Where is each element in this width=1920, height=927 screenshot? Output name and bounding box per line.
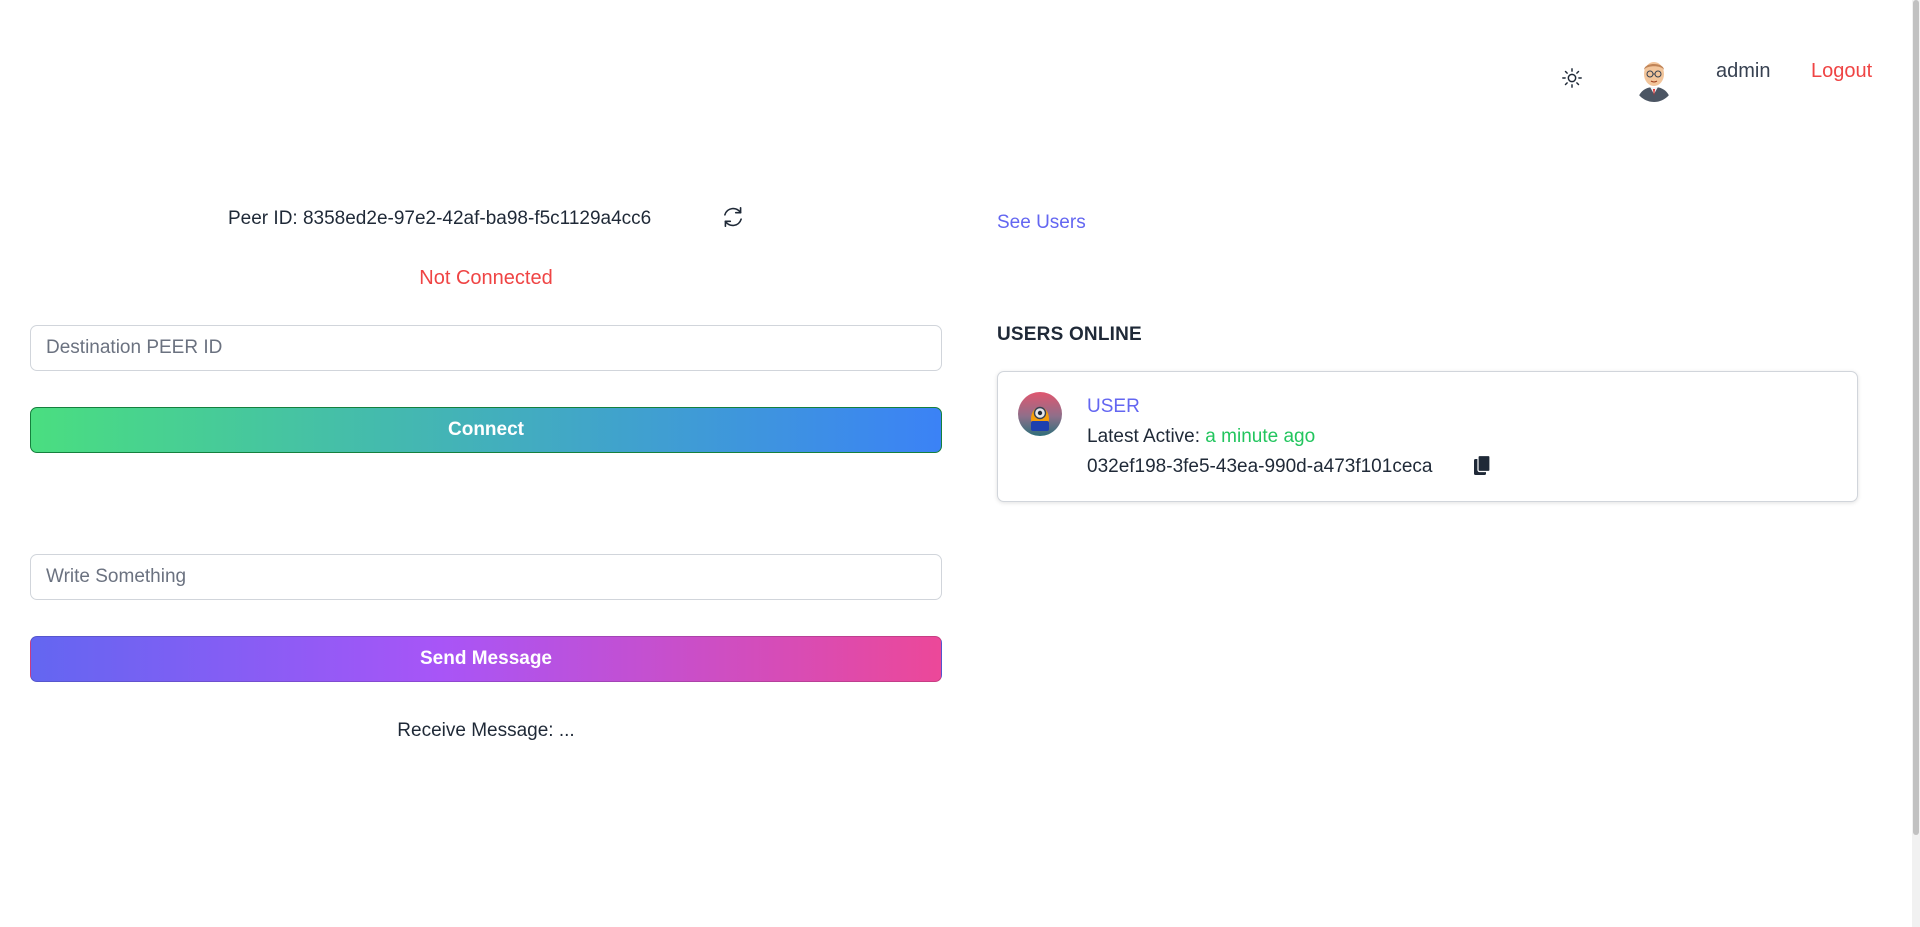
user-card: USER Latest Active: a minute ago 032ef19… xyxy=(997,371,1858,502)
connection-status: Not Connected xyxy=(419,267,553,289)
latest-active-time: a minute ago xyxy=(1205,426,1316,447)
avatar[interactable] xyxy=(1633,56,1675,102)
sun-icon[interactable] xyxy=(1558,64,1586,92)
refresh-icon[interactable] xyxy=(720,204,746,230)
user-name-link[interactable]: USER xyxy=(1087,396,1140,418)
user-latest-active: Latest Active: a minute ago xyxy=(1087,426,1315,448)
message-input[interactable] xyxy=(30,554,942,600)
peer-id-label: Peer ID: 8358ed2e-97e2-42af-ba98-f5c1129… xyxy=(228,208,652,229)
connect-button[interactable]: Connect xyxy=(30,407,942,453)
latest-active-label: Latest Active: xyxy=(1087,426,1206,447)
copy-icon[interactable] xyxy=(1472,454,1492,478)
send-message-button[interactable]: Send Message xyxy=(30,636,942,682)
received-message: Receive Message: ... xyxy=(397,720,575,741)
users-online-heading: USERS ONLINE xyxy=(997,324,1142,345)
username-label: admin xyxy=(1716,60,1771,82)
top-bar: admin Logout xyxy=(0,0,1920,150)
logout-link[interactable]: Logout xyxy=(1811,60,1872,83)
see-users-link[interactable]: See Users xyxy=(997,212,1086,234)
page-scrollbar-thumb[interactable] xyxy=(1913,0,1919,835)
destination-peer-id-input[interactable] xyxy=(30,325,942,371)
user-peer-id: 032ef198-3fe5-43ea-990d-a473f101ceca xyxy=(1087,456,1433,477)
user-avatar xyxy=(1018,392,1062,436)
